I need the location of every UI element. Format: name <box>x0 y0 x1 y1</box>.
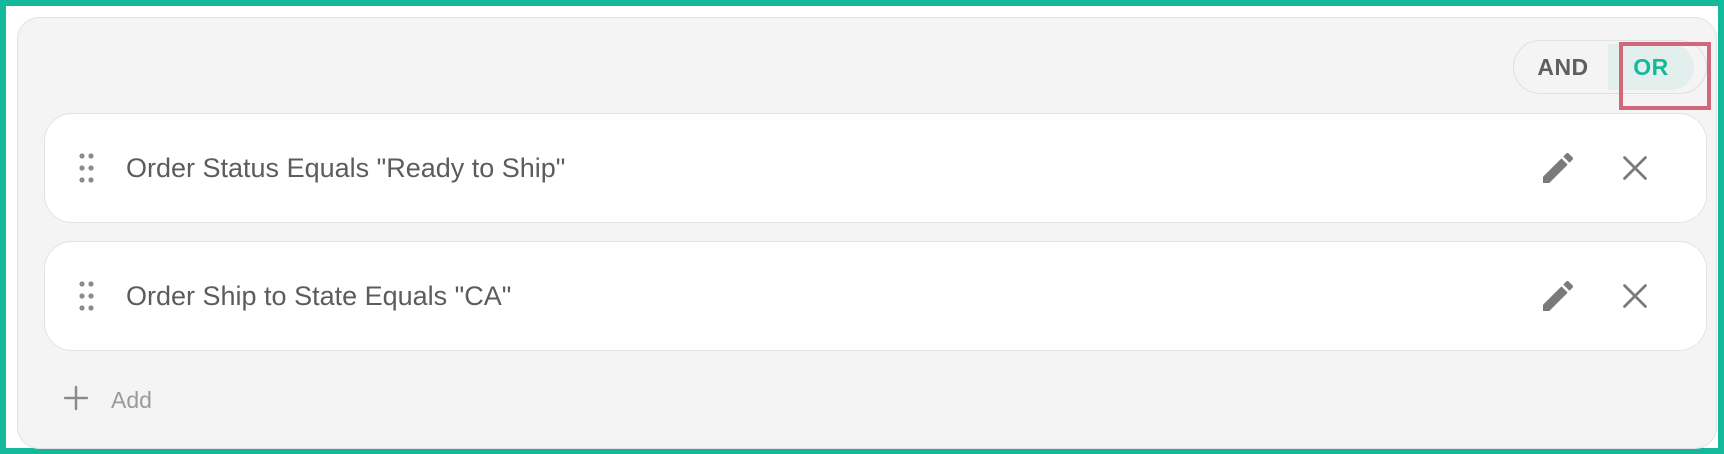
add-rule-label: Add <box>111 386 152 413</box>
drag-handle-icon[interactable] <box>79 280 95 312</box>
filter-rule: Order Status Equals "Ready to Ship" <box>44 113 1707 223</box>
filter-rule-label: Order Status Equals "Ready to Ship" <box>126 153 566 183</box>
and-button[interactable]: AND <box>1518 44 1608 90</box>
filter-rule: Order Ship to State Equals "CA" <box>44 241 1707 351</box>
window-frame: AND OR Order Status Equals "Ready to Shi… <box>0 0 1724 454</box>
filter-group-panel: AND OR Order Status Equals "Ready to Shi… <box>17 17 1717 449</box>
filter-rule-label: Order Ship to State Equals "CA" <box>126 281 512 311</box>
close-icon[interactable] <box>1617 150 1653 186</box>
pencil-icon[interactable] <box>1538 276 1578 316</box>
drag-handle-icon[interactable] <box>79 152 95 184</box>
pencil-icon[interactable] <box>1538 148 1578 188</box>
logic-operator-toggle: AND OR <box>1513 40 1707 94</box>
or-button[interactable]: OR <box>1608 44 1694 90</box>
plus-icon <box>63 385 89 416</box>
close-icon[interactable] <box>1617 278 1653 314</box>
add-rule-button[interactable]: Add <box>63 380 152 420</box>
